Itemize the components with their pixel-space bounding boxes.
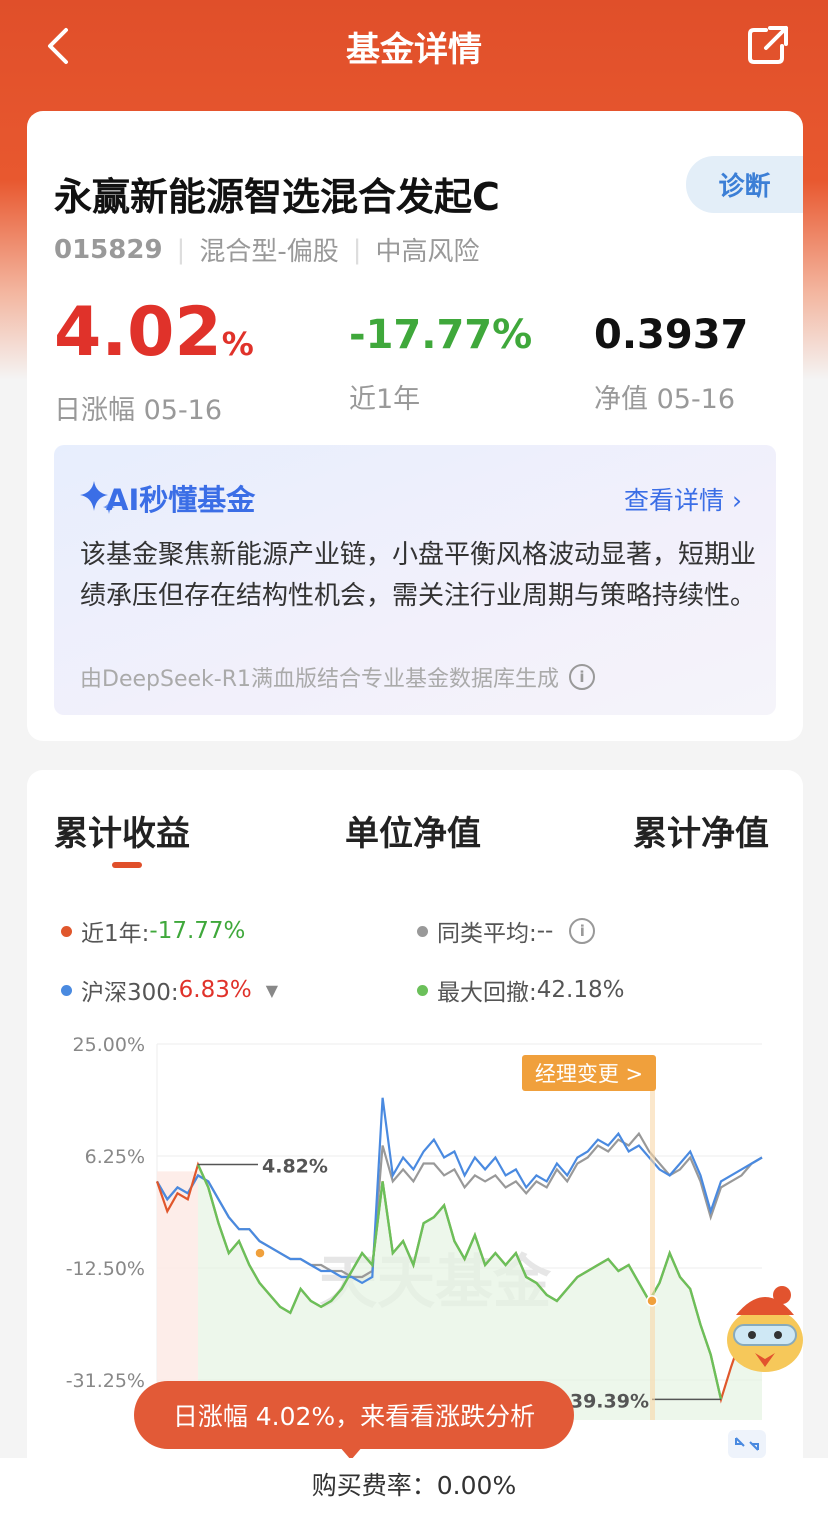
y-tick-label: -12.50% <box>66 1258 145 1280</box>
expand-chart-icon[interactable] <box>728 1430 766 1458</box>
manager-change-label: 经理变更 > <box>535 1062 643 1086</box>
purchase-fee-bar[interactable]: 购买费率：0.00% <box>0 1458 828 1514</box>
mascot-icon[interactable] <box>722 1285 808 1375</box>
analysis-bubble[interactable]: 日涨幅 4.02%，来看看涨跌分析 <box>134 1381 574 1449</box>
y-tick-label: 6.25% <box>85 1146 145 1168</box>
return-chart[interactable]: 25.00%6.25%-12.50%-31.25%天天基金 4.82%39.39… <box>0 0 828 1514</box>
peak-label: 4.82% <box>262 1156 328 1178</box>
event-marker <box>646 1295 658 1307</box>
event-marker <box>254 1247 266 1259</box>
manager-change-band <box>650 1086 655 1420</box>
highlight-area <box>157 1171 199 1410</box>
y-tick-label: 25.00% <box>73 1034 145 1056</box>
y-tick-label: -31.25% <box>66 1370 145 1392</box>
trough-label: 39.39% <box>570 1390 649 1412</box>
